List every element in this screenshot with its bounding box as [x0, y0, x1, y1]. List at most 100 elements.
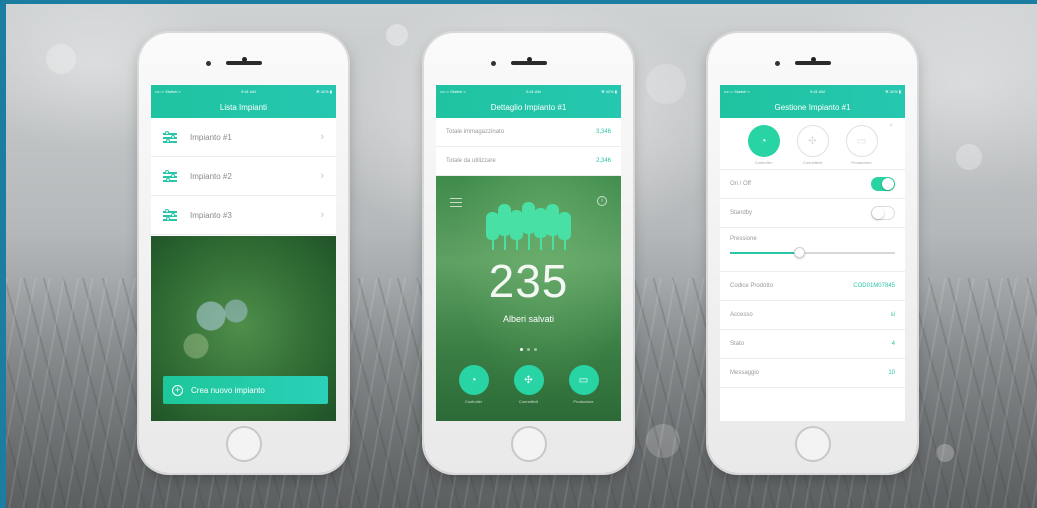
home-button[interactable] [511, 426, 547, 462]
connettivita-button[interactable]: ✣ Connettivit [509, 365, 549, 404]
plus-icon: + [172, 384, 183, 396]
row-value: 2,346 [595, 158, 611, 164]
battery-text: ✻ 42% ▮ [885, 88, 901, 94]
accesso-row: Accesso si [720, 301, 905, 330]
carrier-text: •••○○ Sketch ≈ [440, 88, 466, 94]
tree-panel: i 235 Alberi salvati ◔ Controller ✣ Conn… [436, 176, 621, 421]
stato-row: Stato 4 [720, 330, 905, 359]
pressione-slider[interactable] [730, 247, 895, 258]
create-impianto-button[interactable]: + Crea nuovo impianto [163, 376, 328, 404]
action-label: Connettivit [519, 399, 538, 404]
bokeh [646, 64, 686, 104]
list-item-label: Impianto #1 [190, 132, 232, 142]
screen-dettaglio-impianto: •••○○ Sketch ≈ 9:41 AM ✻ 42% ▮ Dettaglio… [436, 85, 621, 421]
gauge-icon: ◔ [458, 365, 489, 395]
row-value: COD01M07845 [853, 283, 895, 289]
time-text: 9:41 AM [810, 88, 825, 94]
row-label: Totale immagazzinato [446, 129, 505, 135]
screen-list-impianti: •••○○ Sketch ≈ 9:41 AM ✻ 42% ▮ Lista Imp… [151, 85, 336, 421]
bokeh [46, 44, 76, 74]
list-item-impianto-2[interactable]: Impianto #2 › [151, 157, 336, 196]
list-item-label: Impianto #2 [190, 171, 232, 181]
row-label: Standby [730, 210, 753, 216]
status-bar: •••○○ Sketch ≈ 9:41 AM ✻ 42% ▮ [436, 85, 621, 97]
status-bar: •••○○ Sketch ≈ 9:41 AM ✻ 42% ▮ [720, 85, 905, 97]
row-label: Codice Prodotto [730, 283, 774, 289]
slider-fill [730, 252, 800, 254]
phone-gestione: •••○○ Sketch ≈ 9:41 AM ✻ 42% ▮ Gestione … [708, 33, 917, 473]
standby-toggle[interactable] [871, 206, 895, 220]
nav-title: Lista Impianti [151, 97, 336, 118]
home-button[interactable] [795, 426, 831, 462]
row-label: On / Off [730, 181, 751, 187]
carrier-text: •••○○ Sketch ≈ [155, 88, 181, 94]
carrier-text: •••○○ Sketch ≈ [724, 88, 750, 94]
action-bar: ◔ Controller ✣ Connettivit ▭ Produzione [436, 365, 621, 404]
info-icon[interactable]: i [597, 196, 607, 206]
battery-icon: ▭ [568, 365, 599, 395]
network-icon: ✣ [513, 365, 544, 395]
chevron-right-icon: › [320, 131, 324, 143]
row-value: 10 [888, 370, 895, 376]
section-tabs: × ◔ Controller ✣ Connettivit ▭ Produzion… [720, 118, 905, 170]
tab-label: Connettivit [803, 160, 822, 165]
time-text: 9:41 AM [526, 88, 541, 94]
totale-da-utilizzare-row: Totale da utilizzare 2,346 [436, 147, 621, 176]
list-item-impianto-3[interactable]: Impianto #3 › [151, 196, 336, 235]
list-item-impianto-1[interactable]: Impianto #1 › [151, 118, 336, 157]
battery-text: ✻ 42% ▮ [601, 88, 617, 94]
row-label: Pressione [730, 236, 757, 242]
create-button-label: Crea nuovo impianto [191, 385, 265, 395]
row-value: si [890, 312, 895, 318]
tab-label: Produzione [851, 160, 872, 165]
battery-icon: ▭ [845, 125, 878, 157]
action-label: Controller [464, 399, 483, 404]
tab-label: Controller [754, 160, 773, 165]
page-indicator[interactable] [436, 338, 621, 356]
row-label: Stato [730, 341, 745, 347]
chevron-right-icon: › [320, 170, 324, 182]
sliders-icon [163, 131, 177, 143]
pressione-row: Pressione [720, 228, 905, 272]
phone-list: •••○○ Sketch ≈ 9:41 AM ✻ 42% ▮ Lista Imp… [139, 33, 348, 473]
bokeh [386, 24, 408, 46]
battery-text: ✻ 42% ▮ [316, 88, 332, 94]
chevron-right-icon: › [320, 209, 324, 221]
network-icon: ✣ [796, 125, 829, 157]
tab-connettivita[interactable]: ✣ Connettivit [795, 125, 831, 165]
trees-saved-count: 235 [488, 255, 569, 307]
row-value: 4 [891, 341, 895, 347]
screen-gestione-impianto: •••○○ Sketch ≈ 9:41 AM ✻ 42% ▮ Gestione … [720, 85, 905, 421]
list-item-label: Impianto #3 [190, 210, 232, 220]
status-bar: •••○○ Sketch ≈ 9:41 AM ✻ 42% ▮ [151, 85, 336, 97]
standby-row: Standby [720, 199, 905, 228]
totale-immagazzinato-row: Totale immagazzinato 3,346 [436, 118, 621, 147]
messaggio-row: Messaggio 10 [720, 359, 905, 388]
controller-button[interactable]: ◔ Controller [454, 365, 494, 404]
on-off-toggle[interactable] [871, 177, 895, 191]
codice-prodotto-row: Codice Prodotto COD01M07845 [720, 272, 905, 301]
sliders-icon [163, 209, 177, 221]
tab-produzione[interactable]: ▭ Produzione [844, 125, 880, 165]
on-off-row: On / Off [720, 170, 905, 199]
nav-title: Gestione Impianto #1 [720, 97, 905, 118]
slider-handle[interactable] [794, 247, 806, 258]
action-label: Produzione [573, 399, 594, 404]
trees-saved-label: Alberi salvati [502, 314, 555, 324]
nav-title: Dettaglio Impianto #1 [436, 97, 621, 118]
gauge-icon: ◔ [747, 125, 780, 157]
row-value: 3,346 [595, 129, 611, 135]
time-text: 9:41 AM [241, 88, 256, 94]
produzione-button[interactable]: ▭ Produzione [564, 365, 604, 404]
tab-controller[interactable]: ◔ Controller [746, 125, 782, 165]
sliders-icon [163, 170, 177, 182]
bokeh [956, 144, 982, 170]
row-label: Messaggio [730, 370, 760, 376]
phone-detail: •••○○ Sketch ≈ 9:41 AM ✻ 42% ▮ Dettaglio… [424, 33, 633, 473]
menu-icon[interactable] [450, 198, 462, 207]
trees-icon [486, 200, 576, 252]
home-button[interactable] [226, 426, 262, 462]
row-label: Totale da utilizzare [446, 158, 496, 164]
row-label: Accesso [730, 312, 753, 318]
close-icon[interactable]: × [889, 123, 893, 129]
